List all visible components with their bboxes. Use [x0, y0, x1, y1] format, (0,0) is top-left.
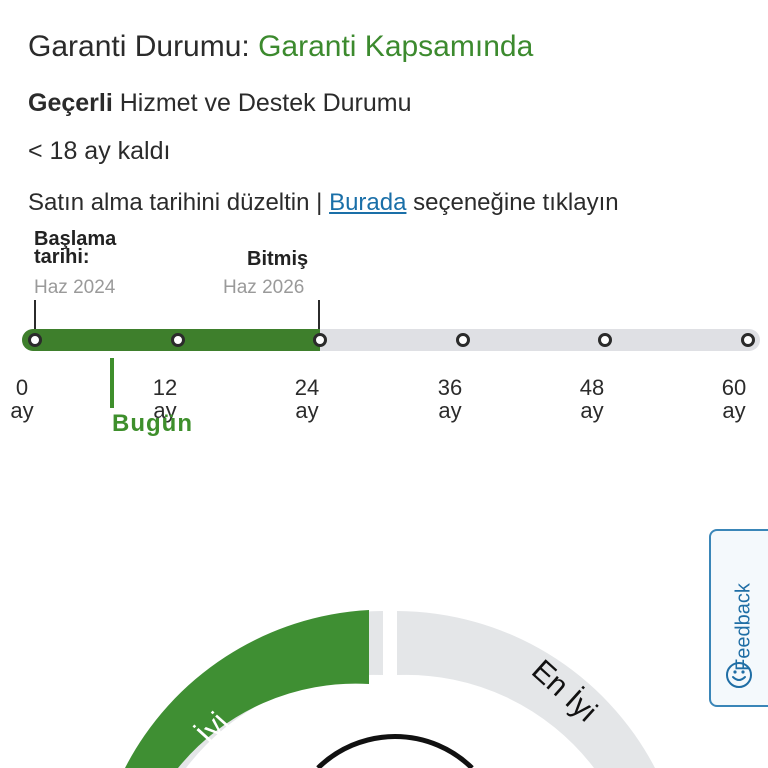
axis-label-12: 12	[152, 375, 178, 400]
axis-unit-48: ay	[580, 398, 604, 423]
gauge-inner-ring	[316, 734, 474, 768]
service-status: Geçerli Hizmet ve Destek Durumu	[28, 89, 411, 118]
service-status-bold: Geçerli	[28, 89, 113, 117]
end-date-label: Bitmiş	[247, 248, 309, 270]
axis-label-60: 60	[721, 375, 747, 400]
feedback-label: Feedback	[732, 583, 755, 671]
health-gauge: İyi En İyi	[125, 610, 655, 768]
end-date-value: Haz 2026	[223, 277, 305, 298]
timeline-dot-60	[741, 333, 755, 347]
axis-unit-24: ay	[295, 398, 319, 423]
axis-label-0: 0	[15, 375, 29, 400]
gauge-segment-good	[125, 610, 369, 768]
timeline-dot-36	[456, 333, 470, 347]
warranty-status-prefix: Garanti Durumu:	[28, 30, 250, 63]
remaining-time: < 18 ay kaldı	[28, 137, 171, 165]
fix-purchase-date-suffix: seçeneğine tıklayın	[413, 189, 619, 216]
warranty-status-title: Garanti Durumu: Garanti Kapsamında	[28, 30, 533, 64]
feedback-tab[interactable]: Feedback	[709, 529, 768, 707]
today-marker-line	[110, 358, 114, 408]
fix-purchase-date-text: Satın alma tarihini düzeltin |	[28, 189, 323, 216]
axis-unit-36: ay	[438, 398, 462, 423]
timeline-dot-12	[171, 333, 185, 347]
start-date-value: Haz 2024	[34, 277, 116, 298]
axis-unit-0: ay	[10, 398, 34, 423]
axis-label-48: 48	[579, 375, 605, 400]
axis-label-24: 24	[294, 375, 320, 400]
fix-purchase-date-line: Satın alma tarihini düzeltin | Burada se…	[28, 189, 619, 217]
smiley-icon	[726, 662, 752, 688]
timeline-dot-48	[598, 333, 612, 347]
axis-unit-60: ay	[722, 398, 746, 423]
warranty-status-value: Garanti Kapsamında	[258, 30, 534, 63]
axis-label-36: 36	[437, 375, 463, 400]
service-status-text: Hizmet ve Destek Durumu	[119, 89, 412, 117]
today-marker-label: Bugün	[112, 410, 193, 437]
start-date-label: Başlama tarihi:	[34, 229, 116, 268]
timeline-dot-0	[28, 333, 42, 347]
timeline-dot-24	[313, 333, 327, 347]
start-date-label-line2: tarihi:	[34, 246, 90, 268]
here-link[interactable]: Burada	[329, 189, 406, 216]
